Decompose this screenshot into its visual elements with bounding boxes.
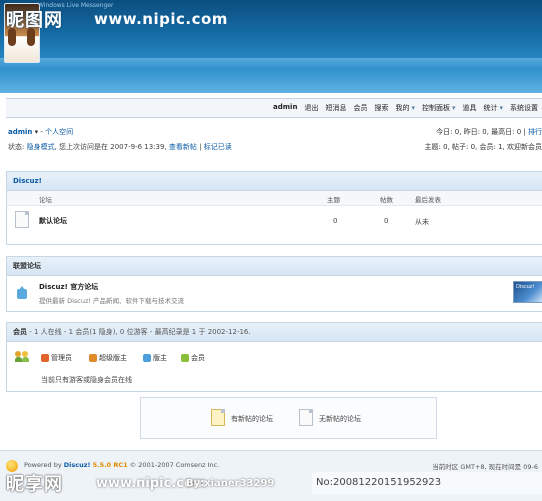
role-member: 会员	[181, 353, 205, 363]
watermark-brand: 昵图网	[6, 10, 63, 31]
rank-link[interactable]: 排行	[528, 128, 542, 136]
user-info-bar: admin ▾ - 个人空间 状态: 隐身模式, 您上次访问是在 2007-9-…	[8, 127, 542, 157]
col-threads: 主题	[327, 196, 340, 204]
moderator-icon	[143, 354, 151, 362]
today-stats-text: 今日: 0, 昨日: 0, 最高日: 0	[436, 128, 522, 136]
online-panel: 会员 - 1 人在线 - 1 会员(1 隐身), 0 位游客 - 最高纪录是 1…	[6, 322, 542, 392]
nav-item-members[interactable]: 会员	[353, 103, 367, 113]
watermark-site: www.nipic.com	[94, 10, 228, 28]
chevron-down-icon: ▾	[411, 104, 415, 112]
role-admin: 管理员	[41, 353, 72, 363]
nav-item-settings[interactable]: 系统设置	[510, 103, 538, 113]
forum-icon-legend: 有新帖的论坛 无新帖的论坛	[140, 397, 437, 439]
site-stats: 主题: 0, 帖子: 0, 会员: 1, 欢迎新会员	[424, 143, 542, 151]
col-last-post: 最后发表	[415, 196, 441, 204]
partner-banner[interactable]: Discuz!	[513, 281, 542, 303]
header-stripe	[0, 58, 542, 68]
chevron-down-icon: ▾	[499, 104, 503, 112]
footer-timezone: 当前时区 GMT+8, 现在时间是 09-6	[432, 463, 538, 471]
new-posts-label: 有新帖的论坛	[231, 415, 273, 423]
user-line: admin ▾ - 个人空间	[8, 127, 73, 137]
partner-forum-desc: 提供最新 Discuz! 产品新闻、软件下载与技术交流	[39, 297, 185, 305]
new-posts-icon	[211, 409, 225, 426]
category-title[interactable]: Discuz!	[7, 172, 542, 191]
forum-last-post: 从未	[415, 218, 429, 226]
no-new-posts-icon	[299, 409, 313, 426]
chevron-down-icon[interactable]: ▾	[35, 128, 39, 136]
last-visit-text: , 您上次访问是在 2007-9-6 13:39,	[54, 143, 167, 151]
forum-column-headers: 论坛 主题 帖数 最后发表	[7, 191, 542, 206]
copyright: © 2001-2007 Comsenz Inc.	[129, 461, 220, 469]
online-title-label[interactable]: 会员	[13, 328, 27, 336]
online-note: 当前只有游客或隐身会员在线	[41, 376, 132, 384]
nav-item-tools[interactable]: 道具	[462, 103, 476, 113]
watermark-author: By:xianer33299	[186, 478, 275, 489]
watermark-bottom-brand: 昵享网	[6, 474, 63, 495]
username-link[interactable]: admin	[8, 128, 32, 136]
nav-menu: admin 退出 短消息 会员 搜索 我的 ▾ 控制面板 ▾ 道具 统计 ▾ 系统设置	[266, 103, 538, 113]
status-label: 状态:	[8, 143, 27, 151]
separator: -	[40, 128, 43, 136]
watermark-image-id: No:20081220151952923	[312, 472, 542, 494]
nav-item-messages[interactable]: 短消息	[325, 103, 346, 113]
category-partner: 联盟论坛 Discuz! 官方论坛 提供最新 Discuz! 产品新闻、软件下载…	[6, 256, 542, 312]
nav-item-my[interactable]: 我的 ▾	[395, 103, 415, 113]
role-legend: 管理员 超级版主 版主 会员	[41, 353, 341, 363]
footer-credits: Powered by Discuz! 5.5.0 RC1 © 2001-2007…	[24, 461, 219, 469]
nav-item-stats[interactable]: 统计 ▾	[483, 103, 503, 113]
powered-by: Powered by	[24, 461, 62, 469]
today-stats: 今日: 0, 昨日: 0, 最高日: 0 | 排行	[436, 128, 542, 136]
nav-item-admin[interactable]: admin	[273, 103, 297, 113]
partner-forum-link[interactable]: Discuz! 官方论坛	[39, 282, 98, 292]
category-discuz: Discuz! 论坛 主题 帖数 最后发表 默认论坛 0 0 从未	[6, 171, 542, 245]
forum-row: 默认论坛 0 0 从未	[7, 206, 542, 232]
forum-posts: 0	[384, 217, 389, 225]
category-title[interactable]: 联盟论坛	[7, 257, 542, 276]
no-new-posts-label: 无新帖的论坛	[319, 415, 361, 423]
nav-item-control-panel[interactable]: 控制面板 ▾	[422, 103, 456, 113]
member-icon	[181, 354, 189, 362]
version: 5.5.0 RC1	[92, 461, 128, 469]
role-mod: 版主	[143, 353, 167, 363]
mark-read-link[interactable]: 标记已读	[204, 143, 232, 151]
status-line: 状态: 隐身模式, 您上次访问是在 2007-9-6 13:39, 查看新帖 |…	[8, 143, 232, 151]
partner-banner-text: Discuz!	[516, 284, 535, 290]
col-forum: 论坛	[39, 196, 52, 204]
forum-threads: 0	[333, 217, 338, 225]
forum-name-link[interactable]: 默认论坛	[39, 216, 67, 226]
col-posts: 帖数	[380, 196, 393, 204]
super-moderator-icon	[89, 354, 97, 362]
home-icon	[17, 286, 27, 299]
forum-status-icon	[15, 211, 29, 228]
view-new-posts-link[interactable]: 查看新帖	[169, 143, 197, 151]
online-users-icon	[15, 351, 29, 363]
personal-space-link[interactable]: 个人空间	[45, 128, 73, 136]
nav-item-search[interactable]: 搜索	[374, 103, 388, 113]
online-title: 会员 - 1 人在线 - 1 会员(1 隐身), 0 位游客 - 最高纪录是 1…	[7, 323, 542, 342]
online-summary: - 1 人在线 - 1 会员(1 隐身), 0 位游客 - 最高纪录是 1 于 …	[29, 328, 251, 336]
role-super-mod: 超级版主	[89, 353, 127, 363]
nav-item-logout[interactable]: 退出	[304, 103, 318, 113]
chevron-down-icon: ▾	[451, 104, 456, 112]
top-navbar: admin 退出 短消息 会员 搜索 我的 ▾ 控制面板 ▾ 道具 统计 ▾ 系统设置	[6, 98, 542, 118]
forum-header: Windows Live Messenger 昵图网 www.nipic.com	[0, 0, 542, 93]
admin-icon	[41, 354, 49, 362]
stealth-mode-link[interactable]: 隐身模式	[27, 143, 55, 151]
discuz-link[interactable]: Discuz!	[64, 461, 91, 469]
